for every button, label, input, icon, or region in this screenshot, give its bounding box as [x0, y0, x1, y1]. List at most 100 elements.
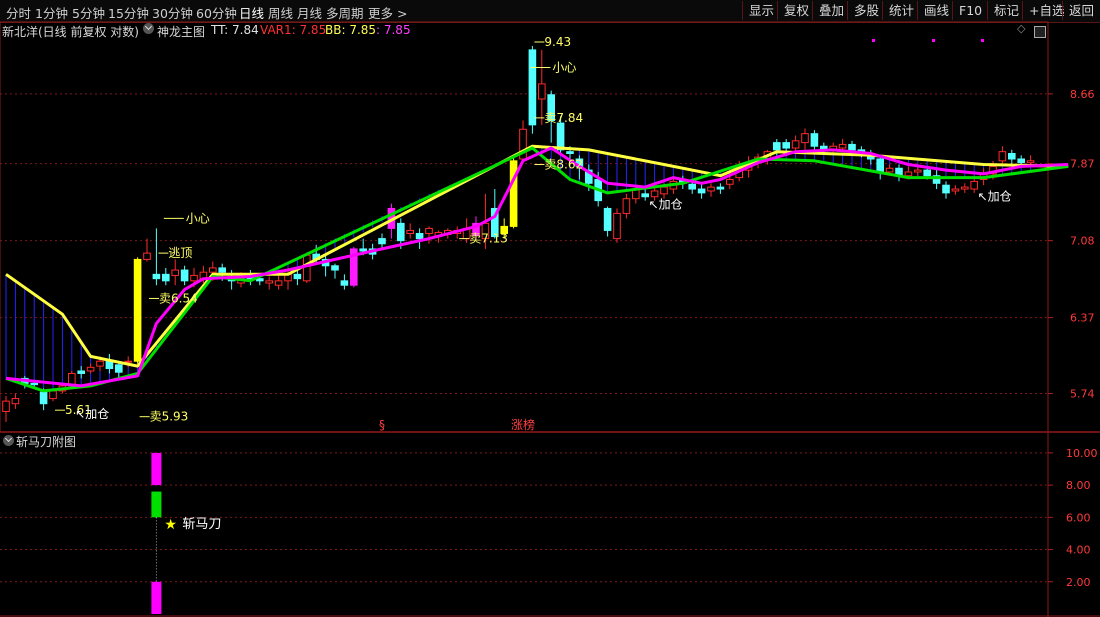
last-value: : 7.85 [376, 23, 411, 37]
candle-body [697, 188, 706, 194]
candle-body [415, 232, 424, 240]
candle-body [331, 265, 339, 271]
main-info-bar: 新北洋(日线 前复权 对数) 神龙主图 TT: 7.84 VAR1: 7.85 … [0, 22, 1100, 40]
candle-body [951, 188, 960, 192]
annotation-label: 卖5.93 [150, 410, 189, 424]
signal-marker: § [379, 418, 385, 432]
annotation-label: 逃顶 [168, 246, 192, 260]
candle-body [340, 280, 349, 286]
candle-body [773, 142, 781, 151]
candle-body [641, 193, 650, 198]
tt-value: TT: 7.84 [211, 23, 259, 37]
annotation-label: ↖加仓 [649, 198, 683, 212]
candle-body [650, 190, 659, 198]
candle-body [96, 360, 104, 367]
candle-body [77, 370, 86, 374]
star-icon: ★ [164, 517, 177, 533]
candle-body [378, 238, 386, 245]
candle-body [162, 273, 170, 282]
candle-body [923, 169, 932, 177]
candle-body [2, 400, 10, 412]
signal-marker: 涨榜 [511, 417, 535, 432]
candle-body [359, 248, 367, 252]
candle-body [124, 360, 133, 363]
candle-body [180, 269, 189, 282]
annotation-label: ↖加仓 [978, 190, 1012, 204]
candle-body [904, 171, 913, 177]
candle-body [171, 269, 179, 276]
candle-body [961, 186, 969, 190]
chevron-down-icon[interactable] [143, 23, 154, 34]
candle-body [660, 186, 668, 195]
candle-body [1026, 160, 1035, 164]
candle-body [1017, 158, 1026, 164]
candle-body [791, 140, 800, 149]
annotation-label: 卖7.13 [469, 232, 508, 246]
signal-label: 斩马刀 [182, 517, 221, 532]
annotation-label: 卖6.54 [159, 291, 198, 305]
candle-body [115, 364, 123, 373]
candle-body [688, 183, 697, 190]
candle-body [218, 267, 226, 273]
y-tick-label: 7.08 [1070, 235, 1095, 248]
price-chart[interactable]: 小心逃顶卖6.545.61↖加仓 卖5.93卖7.13小心卖7.84卖8.629.… [0, 0, 1100, 617]
sub-y-tick-label: 4.00 [1066, 544, 1091, 557]
band-sticks [5, 146, 1032, 391]
sub-chart: ★ 斩马刀 [151, 452, 221, 614]
signal-dot [932, 39, 935, 42]
chevron-down-icon[interactable] [3, 435, 14, 446]
candle-body [885, 167, 894, 173]
candle-body [528, 49, 537, 126]
annotation-label: 卖7.84 [544, 111, 583, 125]
candle-body [293, 273, 302, 280]
candles [2, 45, 1035, 422]
candle-body [726, 179, 734, 185]
sub-bar [151, 581, 162, 614]
candle-body [622, 198, 631, 214]
y-tick-label: 6.37 [1070, 312, 1095, 325]
candle-body [274, 280, 283, 286]
candle-body [716, 186, 725, 190]
annotation-label: 小心 [552, 61, 576, 75]
stock-label: 新北洋(日线 前复权 对数) [2, 25, 139, 39]
main-ma-line [5, 146, 1069, 388]
y-tick-label: 5.74 [1070, 387, 1095, 400]
candle-body [303, 254, 311, 282]
candle-body [876, 158, 885, 173]
annotation-label: 卖8.62 [544, 158, 583, 172]
candle-body [152, 273, 161, 280]
diamond-icon[interactable]: ◇ [1017, 22, 1025, 35]
candle-body [707, 186, 715, 192]
bb-value: BB: 7.85 [325, 23, 377, 37]
candle-body [143, 252, 151, 260]
sub-y-tick-label: 8.00 [1066, 479, 1091, 492]
sub-bar [151, 491, 162, 518]
indicator-name[interactable]: 神龙主图 [157, 23, 205, 40]
candle-body [538, 83, 546, 100]
candle-body [397, 222, 405, 242]
y-tick-label: 8.66 [1070, 88, 1095, 101]
candle-body [603, 207, 612, 231]
candle-body [613, 212, 621, 240]
candle-body [30, 382, 38, 386]
annotation-label: 小心 [186, 211, 210, 225]
sub-y-tick-label: 2.00 [1066, 576, 1091, 589]
candle-body [11, 398, 20, 405]
window-toggle-icon[interactable] [1034, 26, 1046, 38]
candle-body [566, 151, 574, 154]
y-tick-label: 7.87 [1070, 158, 1095, 171]
candle-body [970, 180, 979, 190]
sub-indicator-name[interactable]: 斩马刀附图 [16, 433, 76, 450]
signal-dot [872, 39, 875, 42]
candle-body [1008, 152, 1016, 160]
signal-dot [981, 39, 984, 42]
candle-body [782, 142, 791, 149]
candle-body [86, 366, 95, 372]
candle-body [105, 360, 114, 370]
candle-body [133, 258, 142, 362]
candle-body [39, 391, 48, 405]
candle-body [801, 133, 809, 144]
candle-body [838, 143, 847, 149]
candle-body [848, 143, 856, 151]
sub-y-tick-label: 6.00 [1066, 511, 1091, 524]
